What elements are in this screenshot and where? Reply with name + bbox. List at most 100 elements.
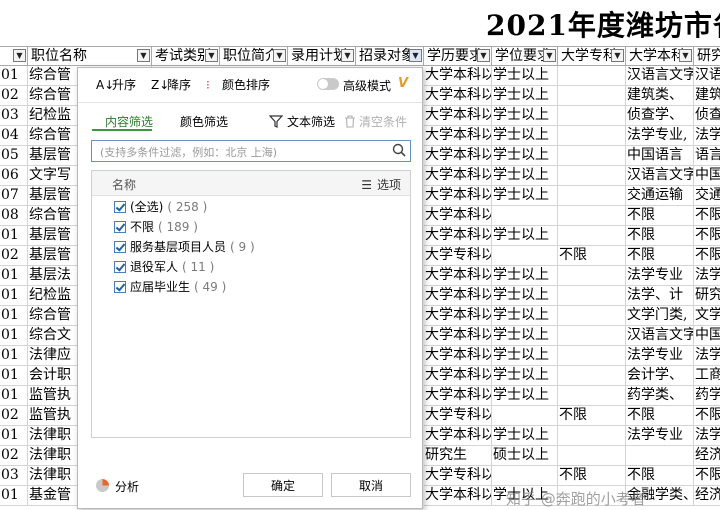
table-cell[interactable]	[558, 386, 626, 406]
table-cell[interactable]: 02	[0, 246, 28, 266]
clear-conditions-button[interactable]: 清空条件	[344, 113, 407, 130]
table-cell[interactable]: 06	[0, 166, 28, 186]
table-cell[interactable]: 侦查学、	[626, 106, 694, 126]
table-cell[interactable]: 大学本科以	[424, 166, 492, 186]
table-cell[interactable]	[558, 326, 626, 346]
table-cell[interactable]	[558, 306, 626, 326]
table-cell[interactable]: 学士以上	[492, 66, 558, 86]
table-cell[interactable]: 建筑	[694, 86, 720, 106]
table-cell[interactable]: 侦查	[694, 106, 720, 126]
tab-color-filter[interactable]: 颜色筛选	[180, 113, 228, 130]
table-cell[interactable]: 大学专科以	[424, 406, 492, 426]
table-cell[interactable]: 03	[0, 466, 28, 486]
sort-ascending-button[interactable]: A↓升序	[96, 77, 136, 93]
table-cell[interactable]: 研究	[694, 286, 720, 306]
table-cell[interactable]: 02	[0, 446, 28, 466]
table-cell[interactable]: 文学	[694, 306, 720, 326]
table-cell[interactable]	[558, 226, 626, 246]
table-cell[interactable]: 研究生	[424, 446, 492, 466]
table-cell[interactable]: 02	[0, 86, 28, 106]
table-cell[interactable]: 不限	[626, 406, 694, 426]
table-cell[interactable]: 学士以上	[492, 386, 558, 406]
table-cell[interactable]: 大学本科以	[424, 426, 492, 446]
table-cell[interactable]: 文学门类,	[626, 306, 694, 326]
table-cell[interactable]: 不限	[558, 406, 626, 426]
table-cell[interactable]	[558, 106, 626, 126]
table-cell[interactable]: 08	[0, 206, 28, 226]
table-cell[interactable]: 不限	[626, 466, 694, 486]
table-cell[interactable]: 法学	[694, 346, 720, 366]
filter-dropdown-icon[interactable]: ▼	[13, 49, 26, 62]
table-cell[interactable]	[558, 66, 626, 86]
table-cell[interactable]: 经济	[694, 486, 720, 506]
table-cell[interactable]: 汉语言文字	[626, 326, 694, 346]
table-cell[interactable]: 不限	[694, 406, 720, 426]
table-cell[interactable]: 不限	[626, 206, 694, 226]
table-cell[interactable]: 学士以上	[492, 286, 558, 306]
table-cell[interactable]: 交通运输	[626, 186, 694, 206]
ok-button[interactable]: 确定	[243, 473, 323, 497]
pie-chart-icon[interactable]	[96, 479, 109, 492]
table-cell[interactable]: 02	[0, 406, 28, 426]
table-cell[interactable]: 大学本科以	[424, 306, 492, 326]
table-cell[interactable]: 04	[0, 126, 28, 146]
table-cell[interactable]: 中国	[694, 326, 720, 346]
checkbox[interactable]	[114, 281, 126, 293]
tab-content-filter[interactable]: 内容筛选	[105, 113, 153, 130]
table-cell[interactable]: 法学	[694, 126, 720, 146]
table-cell[interactable]: 不限	[558, 466, 626, 486]
table-cell[interactable]: 汉语言文字	[626, 66, 694, 86]
table-cell[interactable]	[558, 146, 626, 166]
table-cell[interactable]: 法学、计	[626, 286, 694, 306]
table-cell[interactable]: 交通	[694, 186, 720, 206]
table-cell[interactable]: 不限	[694, 226, 720, 246]
table-cell[interactable]: 01	[0, 266, 28, 286]
table-cell[interactable]: 大学本科以	[424, 226, 492, 246]
search-icon[interactable]	[392, 143, 406, 157]
table-cell[interactable]: 学士以上	[492, 166, 558, 186]
filter-dropdown-icon[interactable]: ▼	[409, 49, 422, 62]
table-cell[interactable]: 大学本科以	[424, 146, 492, 166]
table-cell[interactable]: 法学	[694, 426, 720, 446]
sort-by-color-button[interactable]: ⁝ 颜色排序	[206, 77, 270, 93]
table-cell[interactable]: 汉语	[694, 66, 720, 86]
filter-dropdown-icon[interactable]: ▼	[477, 49, 490, 62]
table-cell[interactable]	[492, 246, 558, 266]
table-cell[interactable]: 学士以上	[492, 126, 558, 146]
table-cell[interactable]	[558, 206, 626, 226]
table-cell[interactable]: 大学本科以	[424, 86, 492, 106]
table-cell[interactable]: 03	[0, 106, 28, 126]
table-cell[interactable]	[558, 266, 626, 286]
table-cell[interactable]: 汉语言文字	[626, 166, 694, 186]
table-cell[interactable]: 大学本科以	[424, 346, 492, 366]
filter-dropdown-icon[interactable]: ▼	[611, 49, 624, 62]
filter-dropdown-icon[interactable]: ▼	[137, 49, 150, 62]
filter-search-input[interactable]	[98, 143, 387, 161]
table-cell[interactable]: 大学本科以	[424, 106, 492, 126]
table-cell[interactable]: 学士以上	[492, 346, 558, 366]
table-cell[interactable]: 不限	[626, 246, 694, 266]
table-cell[interactable]: 学士以上	[492, 426, 558, 446]
advanced-mode-toggle[interactable]	[317, 78, 339, 90]
sort-descending-button[interactable]: Z↓降序	[151, 77, 191, 93]
checkbox[interactable]	[114, 241, 126, 253]
table-cell[interactable]	[558, 366, 626, 386]
table-cell[interactable]: 学士以上	[492, 106, 558, 126]
analysis-button[interactable]: 分析	[115, 478, 139, 495]
table-cell[interactable]: 大学本科以	[424, 286, 492, 306]
table-cell[interactable]: 不限	[694, 246, 720, 266]
table-cell[interactable]	[558, 426, 626, 446]
table-cell[interactable]: 大学专科以	[424, 246, 492, 266]
table-cell[interactable]	[558, 286, 626, 306]
filter-dropdown-icon[interactable]: ▼	[341, 49, 354, 62]
table-cell[interactable]	[558, 446, 626, 466]
table-cell[interactable]: 01	[0, 326, 28, 346]
table-cell[interactable]: 学士以上	[492, 266, 558, 286]
table-cell[interactable]: 语言	[694, 146, 720, 166]
table-cell[interactable]: 大学本科以	[424, 266, 492, 286]
table-cell[interactable]: 硕士以上	[492, 446, 558, 466]
checkbox[interactable]	[114, 261, 126, 273]
table-cell[interactable]	[558, 186, 626, 206]
table-cell[interactable]: 法学	[694, 266, 720, 286]
table-cell[interactable]: 01	[0, 426, 28, 446]
